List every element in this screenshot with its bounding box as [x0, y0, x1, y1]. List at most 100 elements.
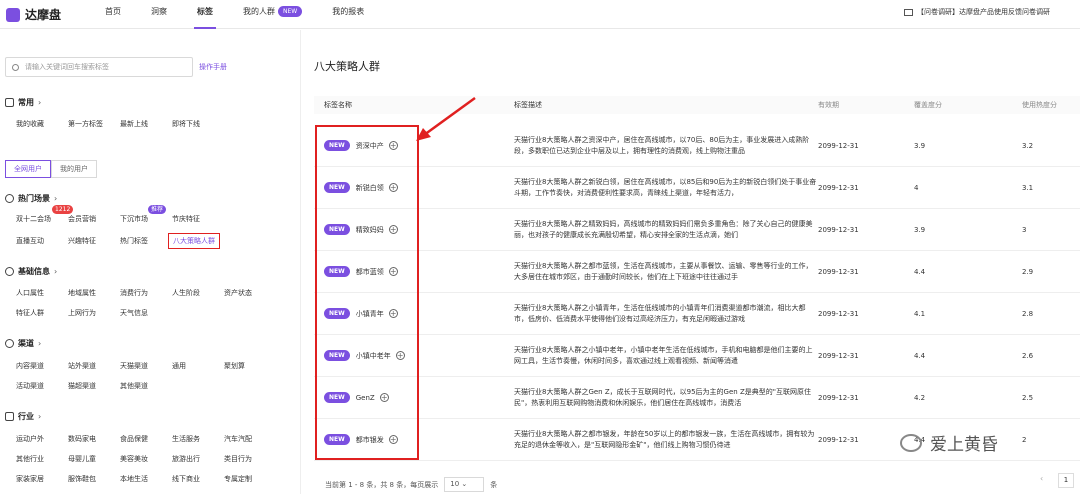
tag-item[interactable]: 线下商业: [172, 474, 224, 484]
tag-item[interactable]: 消费行为: [120, 288, 172, 298]
tag-item[interactable]: 家装家居: [16, 474, 68, 484]
brand-logo[interactable]: 达摩盘: [6, 6, 61, 23]
top-bar: 达摩盘 首页 洞察 标签 我的人群 NEW 我的报表 【问卷调研】达摩盘产品使用反…: [0, 0, 1080, 29]
tag-item[interactable]: 内容渠道: [16, 361, 68, 371]
chevron-right-icon: ›: [54, 194, 58, 203]
tag-description: 天猫行业8大策略人群之都市蓝领，生活在高线城市，主要从事餐饮、运输、零售等行业的…: [514, 261, 813, 281]
nav-label: 首页: [105, 7, 121, 16]
tag-item[interactable]: 人口属性: [16, 288, 68, 298]
column-header: 有效期: [818, 101, 839, 109]
segment-my-users[interactable]: 我的用户: [51, 160, 97, 178]
section-title: 热门场景: [18, 194, 50, 203]
annotation-arrow: [416, 96, 476, 141]
tag-item[interactable]: 食品保健: [120, 434, 172, 444]
tag-item[interactable]: 最新上线: [120, 119, 172, 129]
tag-label: 下沉市场: [120, 215, 148, 223]
search-input[interactable]: 请输入关键词回车搜索标签: [5, 57, 193, 77]
coverage-score: 4.4: [914, 267, 926, 276]
table-row[interactable]: NEW 小镇青年 + 天猫行业8大策略人群之小镇青年，生活在低线城市的小镇青年们消费渠…: [314, 293, 1080, 335]
tag-item[interactable]: 其他渠道: [120, 381, 172, 391]
tag-description: 天猫行业8大策略人群之新锐白领，居住在高线城市，以85后和90后为主的新锐白领们…: [514, 177, 817, 197]
nav-insight[interactable]: 洞察: [140, 0, 178, 29]
tag-item[interactable]: 天猫渠道: [120, 361, 172, 371]
tag-item[interactable]: 即将下线: [172, 119, 224, 129]
tag-item[interactable]: 数码家电: [68, 434, 120, 444]
tag-item[interactable]: 猫超渠道: [68, 381, 120, 391]
tag-description: 天猫行业8大策略人群之Gen Z，成长于互联网时代，以95后为主的Gen Z是典…: [514, 387, 811, 407]
segment-all-users[interactable]: 全网用户: [5, 160, 51, 178]
nav-my-audience[interactable]: 我的人群 NEW: [232, 0, 313, 29]
basic-row-1: 人口属性 地域属性 消费行为 人生阶段 资产状态: [16, 288, 276, 298]
section-basic[interactable]: 基础信息 ›: [5, 266, 57, 277]
tag-item[interactable]: 直播互动: [16, 236, 68, 246]
tag-item[interactable]: 第一方标签: [68, 119, 120, 129]
survey-notice[interactable]: 【问卷调研】达摩盘产品使用反馈问卷调研: [904, 7, 1050, 17]
expiry-date: 2099-12-31: [818, 267, 859, 276]
tag-item[interactable]: 兴趣特征: [68, 236, 120, 246]
page-size-select[interactable]: 10 ⌄: [444, 477, 485, 492]
tag-item[interactable]: 会员营销: [68, 214, 120, 224]
tag-item[interactable]: 特征人群: [16, 308, 68, 318]
heat-score: 3: [1022, 225, 1027, 234]
page-button[interactable]: 1: [1058, 473, 1074, 488]
tag-item[interactable]: 汽车汽配: [224, 434, 276, 444]
search-icon: [12, 63, 19, 71]
tag-description: 天猫行业8大策略人群之都市银发，年龄在50岁以上的都市银发一族，生活在高线城市，…: [514, 429, 815, 449]
tag-item[interactable]: 地域属性: [68, 288, 120, 298]
count-badge: 1212: [52, 205, 74, 214]
section-industry[interactable]: 行业 ›: [5, 411, 41, 422]
tag-item[interactable]: 聚划算: [224, 361, 276, 371]
manual-link[interactable]: 操作手册: [199, 62, 227, 72]
tag-item[interactable]: 美容美妆: [120, 454, 172, 464]
tag-item[interactable]: 天气信息: [120, 308, 172, 318]
tag-item[interactable]: 节庆特征: [172, 214, 224, 224]
table-row[interactable]: NEW 精致妈妈 + 天猫行业8大策略人群之精致妈妈，高线城市的精致妈妈们需负多重角色…: [314, 209, 1080, 251]
nav-my-reports[interactable]: 我的报表: [321, 0, 375, 29]
tag-item[interactable]: 活动渠道: [16, 381, 68, 391]
nav-label: 标签: [197, 7, 213, 16]
nav-home[interactable]: 首页: [94, 0, 132, 29]
tag-item[interactable]: 站外渠道: [68, 361, 120, 371]
tag-item[interactable]: 我的收藏: [16, 119, 68, 129]
tag-item[interactable]: 类目行为: [224, 454, 276, 464]
prev-page-button[interactable]: ‹: [1040, 474, 1043, 483]
section-common[interactable]: 常用 ›: [5, 97, 41, 108]
tag-item[interactable]: 其他行业: [16, 454, 68, 464]
basic-row-2: 特征人群 上网行为 天气信息: [16, 308, 172, 318]
logo-icon: [6, 7, 20, 22]
section-hot[interactable]: 热门场景 ›: [5, 193, 57, 204]
table-row[interactable]: NEW 都市蓝领 + 天猫行业8大策略人群之都市蓝领，生活在高线城市，主要从事餐饮、运…: [314, 251, 1080, 293]
tag-item[interactable]: 人生阶段: [172, 288, 224, 298]
tag-item[interactable]: 下沉市场 推荐: [120, 205, 172, 224]
hot-badge: 推荐: [148, 205, 167, 214]
tag-item[interactable]: 母婴儿童: [68, 454, 120, 464]
tag-item[interactable]: 服饰鞋包: [68, 474, 120, 484]
user-icon: [5, 267, 14, 276]
tag-item[interactable]: 旅游出行: [172, 454, 224, 464]
channel-row-1: 内容渠道 站外渠道 天猫渠道 通用 聚划算: [16, 361, 276, 371]
nav-tags[interactable]: 标签: [186, 0, 224, 29]
coverage-score: 4.2: [914, 393, 926, 402]
table-row[interactable]: NEW GenZ + 天猫行业8大策略人群之Gen Z，成长于互联网时代，以95后为主…: [314, 377, 1080, 419]
nav-label: 我的报表: [332, 7, 365, 16]
tag-item[interactable]: 上网行为: [68, 308, 120, 318]
wechat-icon: [900, 433, 922, 452]
tag-item[interactable]: 资产状态: [224, 288, 276, 298]
table-row[interactable]: NEW 新锐白领 + 天猫行业8大策略人群之新锐白领，居住在高线城市，以85后和90后…: [314, 167, 1080, 209]
chevron-right-icon: ›: [54, 267, 58, 276]
heat-score: 2: [1022, 435, 1027, 444]
tag-label: 双十二会场: [16, 215, 51, 223]
tag-item[interactable]: 本地生活: [120, 474, 172, 484]
tag-item[interactable]: 运动户外: [16, 434, 68, 444]
coverage-score: 3.9: [914, 141, 926, 150]
section-channel[interactable]: 渠道 ›: [5, 338, 41, 349]
tag-item-selected[interactable]: 八大策略人群: [168, 233, 220, 249]
tag-item[interactable]: 双十二会场 1212: [16, 205, 74, 224]
tag-item[interactable]: 通用: [172, 361, 224, 371]
tag-item[interactable]: 热门标签: [120, 236, 172, 246]
hot-row-1: 双十二会场 1212 会员营销 下沉市场 推荐 节庆特征: [16, 205, 224, 224]
expiry-date: 2099-12-31: [818, 393, 859, 402]
tag-item[interactable]: 专属定制: [224, 474, 276, 484]
table-row[interactable]: NEW 小镇中老年 + 天猫行业8大策略人群之小镇中老年，小镇中老年生活在低线城市，手…: [314, 335, 1080, 377]
tag-item[interactable]: 生活服务: [172, 434, 224, 444]
